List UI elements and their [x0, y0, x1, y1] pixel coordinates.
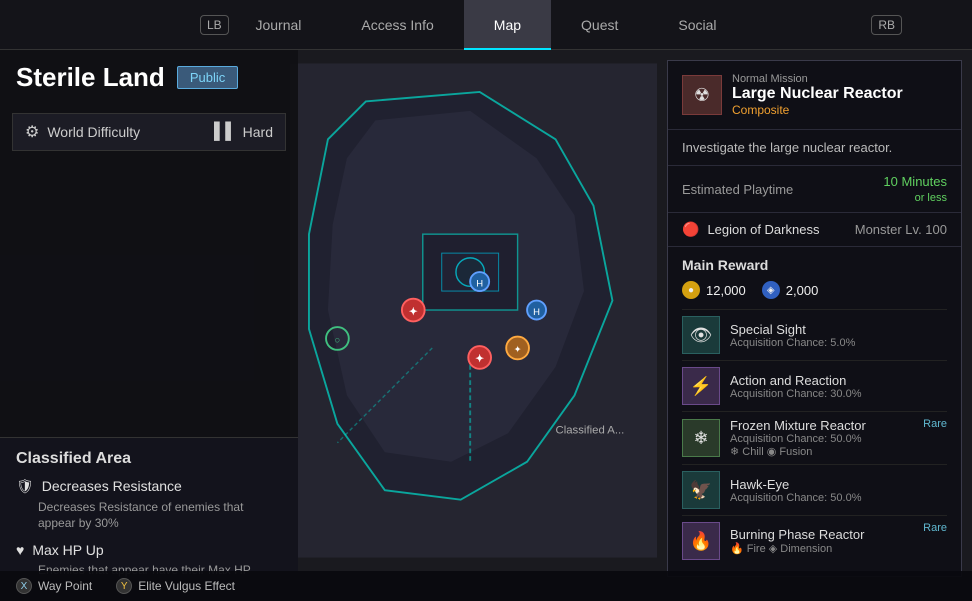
reward-name: Special Sight: [730, 322, 947, 337]
reward-item: ⚡ Action and Reaction Acquisition Chance…: [682, 360, 947, 411]
blue-amount: 2,000: [786, 283, 819, 298]
reward-thumbnail: ❄: [682, 419, 720, 457]
reward-name: Frozen Mixture Reactor: [730, 418, 947, 433]
world-header: Sterile Land Public: [0, 50, 298, 113]
svg-text:○: ○: [335, 335, 341, 346]
reward-item: 🔥 Burning Phase Reactor 🔥 Fire ◈ Dimensi…: [682, 515, 947, 566]
left-panel: Sterile Land Public ⚙ World Difficulty ▌…: [0, 50, 298, 601]
difficulty-icon: ⚙: [25, 122, 39, 142]
reward-list: 👁 Special Sight Acquisition Chance: 5.0%…: [682, 309, 947, 566]
waypoint-label: Way Point: [38, 579, 92, 593]
reward-chance: Acquisition Chance: 5.0%: [730, 337, 947, 349]
difficulty-label: World Difficulty: [47, 124, 140, 140]
reward-item: 🦅 Hawk-Eye Acquisition Chance: 50.0%: [682, 464, 947, 515]
reward-tags: ❄ Chill ◉ Fusion: [730, 445, 947, 458]
gold-amount: 12,000: [706, 283, 746, 298]
reward-chance: Acquisition Chance: 30.0%: [730, 388, 947, 400]
playtime-label: Estimated Playtime: [682, 182, 793, 197]
svg-text:✦: ✦: [475, 354, 484, 365]
classified-area-title: Classified Area: [16, 450, 282, 468]
reward-chance: Acquisition Chance: 50.0%: [730, 433, 947, 445]
reward-info: Special Sight Acquisition Chance: 5.0%: [730, 322, 947, 349]
reward-name: Hawk-Eye: [730, 477, 947, 492]
reward-thumbnail: 🔥: [682, 522, 720, 560]
rare-badge: Rare: [923, 418, 947, 430]
playtime-value: 10 Minutes or less: [883, 174, 947, 204]
x-button[interactable]: X: [16, 578, 32, 594]
reward-thumbnail: ⚡: [682, 367, 720, 405]
svg-text:✦: ✦: [514, 345, 522, 356]
public-badge: Public: [177, 66, 238, 89]
playtime-row: Estimated Playtime 10 Minutes or less: [668, 166, 961, 213]
reward-info: Frozen Mixture Reactor Acquisition Chanc…: [730, 418, 947, 458]
enemy-level: Monster Lv. 100: [855, 222, 947, 237]
nav-journal[interactable]: Journal: [225, 0, 331, 50]
bottom-bar: X Way Point Y Elite Vulgus Effect: [0, 571, 972, 601]
nav-map[interactable]: Map: [464, 0, 551, 50]
gold-coin-item: ● 12,000: [682, 281, 746, 299]
svg-text:Classified A...: Classified A...: [556, 424, 625, 436]
svg-text:H: H: [476, 278, 483, 289]
resistance-buff-desc: Decreases Resistance of enemies that app…: [16, 499, 282, 533]
mission-name: Large Nuclear Reactor: [732, 85, 903, 103]
map-svg: ✦ ✦ H ✦ ○ H Classified A...: [290, 50, 657, 571]
difficulty-value: Hard: [243, 124, 273, 140]
reward-name: Action and Reaction: [730, 373, 947, 388]
elite-label: Elite Vulgus Effect: [138, 579, 235, 593]
top-navigation: LB Journal Access Info Map Quest Social …: [0, 0, 972, 50]
svg-text:✦: ✦: [409, 307, 418, 318]
reward-thumbnail: 👁: [682, 316, 720, 354]
resistance-icon: 🛡: [16, 478, 34, 495]
mission-icon: ☢: [682, 75, 722, 115]
hp-icon: ♥: [16, 542, 24, 558]
enemy-icon: 🔴: [682, 221, 699, 238]
nav-social[interactable]: Social: [648, 0, 746, 50]
y-button[interactable]: Y: [116, 578, 132, 594]
reward-name: Burning Phase Reactor: [730, 527, 947, 542]
mission-tag: Composite: [732, 103, 903, 117]
reward-item: 👁 Special Sight Acquisition Chance: 5.0%: [682, 309, 947, 360]
waypoint-item: X Way Point: [16, 578, 92, 594]
reward-section: Main Reward ● 12,000 ◈ 2,000 👁 Special S…: [668, 247, 961, 576]
gold-coin-icon: ●: [682, 281, 700, 299]
page-title: Sterile Land: [16, 62, 165, 93]
nav-access-info[interactable]: Access Info: [331, 0, 463, 50]
reward-item: ❄ Frozen Mixture Reactor Acquisition Cha…: [682, 411, 947, 464]
reward-chance: Acquisition Chance: 50.0%: [730, 492, 947, 504]
buff-item-resistance: 🛡 Decreases Resistance Decreases Resista…: [16, 478, 282, 533]
blue-coin-icon: ◈: [762, 281, 780, 299]
reward-tags: 🔥 Fire ◈ Dimension: [730, 542, 947, 555]
reward-title: Main Reward: [682, 257, 947, 273]
reward-thumbnail: 🦅: [682, 471, 720, 509]
reward-coins: ● 12,000 ◈ 2,000: [682, 281, 947, 299]
right-panel: ☢ Normal Mission Large Nuclear Reactor C…: [667, 60, 962, 577]
reward-info: Hawk-Eye Acquisition Chance: 50.0%: [730, 477, 947, 504]
resistance-buff-name: Decreases Resistance: [42, 478, 182, 494]
elite-item: Y Elite Vulgus Effect: [116, 578, 235, 594]
enemy-name: Legion of Darkness: [707, 222, 819, 237]
svg-text:H: H: [533, 307, 540, 318]
blue-coin-item: ◈ 2,000: [762, 281, 819, 299]
mission-description: Investigate the large nuclear reactor.: [668, 130, 961, 166]
reward-info: Burning Phase Reactor 🔥 Fire ◈ Dimension: [730, 527, 947, 555]
nav-quest[interactable]: Quest: [551, 0, 648, 50]
mission-type: Normal Mission: [732, 73, 903, 85]
enemy-row: 🔴 Legion of Darkness Monster Lv. 100: [668, 213, 961, 247]
rare-badge: Rare: [923, 522, 947, 534]
main-area: ✦ ✦ H ✦ ○ H Classified A... Sterile Land…: [0, 50, 972, 601]
rb-button[interactable]: RB: [871, 15, 902, 35]
world-difficulty-bar: ⚙ World Difficulty ▌▌ Hard: [12, 113, 286, 151]
lb-button[interactable]: LB: [200, 15, 229, 35]
hp-buff-name: Max HP Up: [32, 542, 103, 558]
mission-header: ☢ Normal Mission Large Nuclear Reactor C…: [668, 61, 961, 130]
difficulty-bars-icon: ▌▌: [214, 123, 237, 141]
reward-info: Action and Reaction Acquisition Chance: …: [730, 373, 947, 400]
